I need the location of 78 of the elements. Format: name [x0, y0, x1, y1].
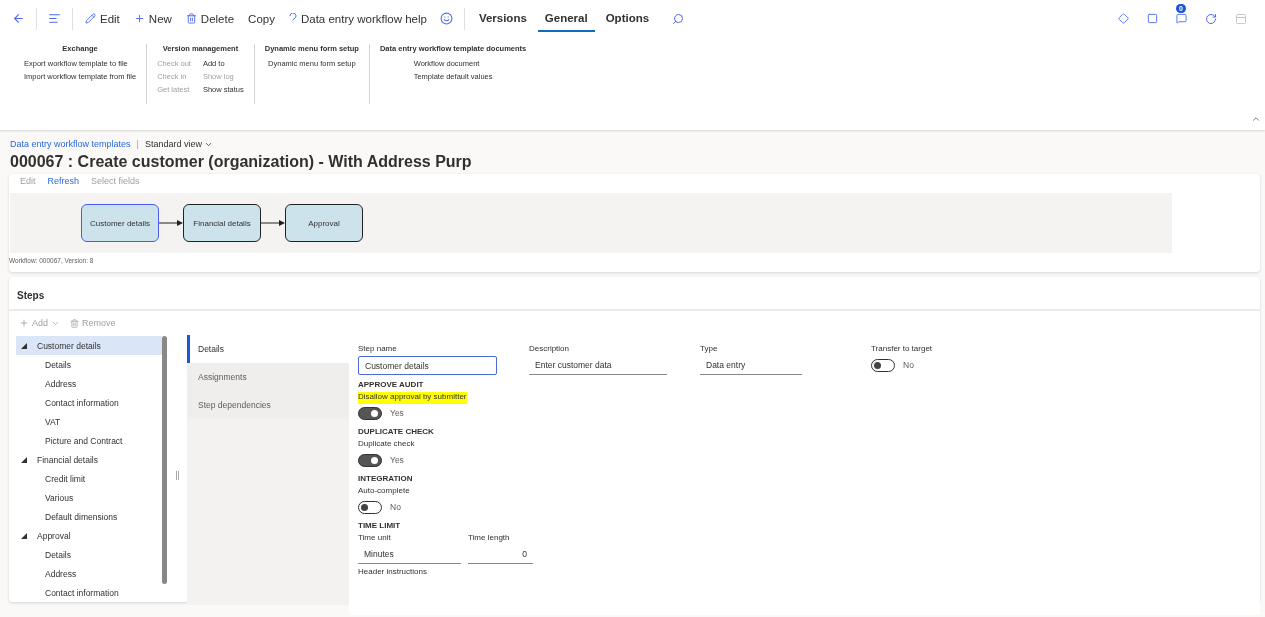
breadcrumb-link[interactable]: Data entry workflow templates [10, 139, 131, 149]
plus-icon [19, 318, 29, 328]
workflow-node[interactable]: Approval [285, 204, 363, 242]
section-heading: TIME LIMIT [358, 520, 402, 532]
vertical-tab[interactable]: Assignments [187, 363, 349, 391]
help-icon [288, 13, 297, 24]
scrollbar[interactable] [162, 336, 167, 584]
connector-arrow [261, 220, 285, 226]
tree-item[interactable]: Details [16, 355, 162, 374]
tree-item[interactable]: Address [16, 374, 162, 393]
tree-item[interactable]: Picture and Contract [16, 431, 162, 450]
ribbon-tab[interactable]: General [537, 5, 595, 32]
field-label: Step name [358, 344, 397, 355]
vertical-tab[interactable]: Step dependencies [187, 391, 349, 419]
input-field[interactable]: 0 [468, 545, 533, 564]
vertical-tab[interactable]: Details [187, 335, 349, 363]
toggle-value: No [390, 502, 401, 512]
toolbar-button[interactable]: Refresh [47, 176, 80, 186]
tree-item[interactable]: Credit limit [16, 469, 162, 488]
tree-item[interactable]: Contact information [16, 583, 162, 602]
tree-item[interactable]: VAT [16, 412, 162, 431]
tree-item[interactable]: Address [16, 564, 162, 583]
tree-item[interactable]: Contact information [16, 393, 162, 412]
toggle-switch[interactable] [358, 453, 382, 467]
tree-label: Approval [37, 530, 71, 541]
toolbar-button[interactable]: Delete [180, 9, 240, 28]
tree-label: Customer details [37, 340, 101, 351]
toggle-value: Yes [390, 408, 404, 418]
toggle-value: Yes [390, 455, 404, 465]
pencil-icon [85, 13, 96, 24]
section-title: Steps [17, 290, 45, 301]
view-selector[interactable]: Standard view [144, 139, 213, 149]
toggle-switch[interactable] [358, 500, 382, 514]
section-heading: INTEGRATION [358, 473, 414, 485]
section-heading: APPROVE AUDIT [358, 379, 425, 391]
tree-item[interactable]: Customer details [16, 336, 162, 355]
field-label: Auto-complete [358, 486, 410, 497]
breadcrumb-separator: | [136, 139, 139, 149]
trash-icon [185, 13, 197, 24]
toggle-switch[interactable] [358, 406, 382, 420]
field-label: Duplicate check [358, 439, 415, 450]
expand-icon[interactable] [21, 532, 27, 539]
input-field[interactable]: Minutes [358, 545, 461, 564]
input-field[interactable]: Enter customer data [529, 356, 667, 375]
field-label: Type [700, 344, 718, 355]
plus-icon [133, 13, 145, 24]
field-label: Transfer to target [871, 344, 933, 355]
page-title: 000067 : Create customer (organization) - With Address Purp [10, 153, 473, 171]
trash-icon [70, 318, 79, 328]
toggle-switch[interactable] [871, 358, 895, 372]
tree-item[interactable]: Approval [16, 526, 162, 545]
tree-label: Financial details [37, 454, 98, 465]
ribbon-tab[interactable]: Options [598, 5, 657, 32]
tree-item[interactable]: Default dimensions [16, 507, 162, 526]
connector-arrow [159, 220, 183, 226]
toolbar-button[interactable]: Copy [243, 9, 280, 28]
toolbar-button[interactable]: New [128, 9, 177, 28]
tree-item[interactable]: Various [16, 488, 162, 507]
toggle-value: No [903, 360, 914, 370]
input-field[interactable]: Customer details [358, 356, 497, 375]
tree-item[interactable]: Financial details [16, 450, 162, 469]
workflow-node[interactable]: Customer details [81, 204, 159, 242]
field-label: Header instructions [358, 567, 428, 578]
field-label: Description [529, 344, 569, 355]
field-label: Time unit [358, 533, 391, 544]
workflow-node[interactable]: Financial details [183, 204, 261, 242]
expand-icon[interactable] [21, 342, 27, 349]
field-label: Time length [468, 533, 510, 544]
input-field[interactable]: Data entry [700, 356, 802, 375]
collapse-icon[interactable] [1251, 114, 1261, 124]
toolbar-button[interactable]: Data entry workflow help [283, 9, 432, 28]
ribbon-tab[interactable]: Versions [471, 5, 534, 32]
section-heading: DUPLICATE CHECK [358, 426, 435, 438]
field-label: Disallow approval by submitter [358, 392, 467, 404]
tree-item[interactable]: Details [16, 545, 162, 564]
splitter-handle[interactable] [175, 470, 179, 480]
toolbar-button[interactable]: Edit [80, 9, 125, 28]
expand-icon[interactable] [21, 456, 27, 463]
